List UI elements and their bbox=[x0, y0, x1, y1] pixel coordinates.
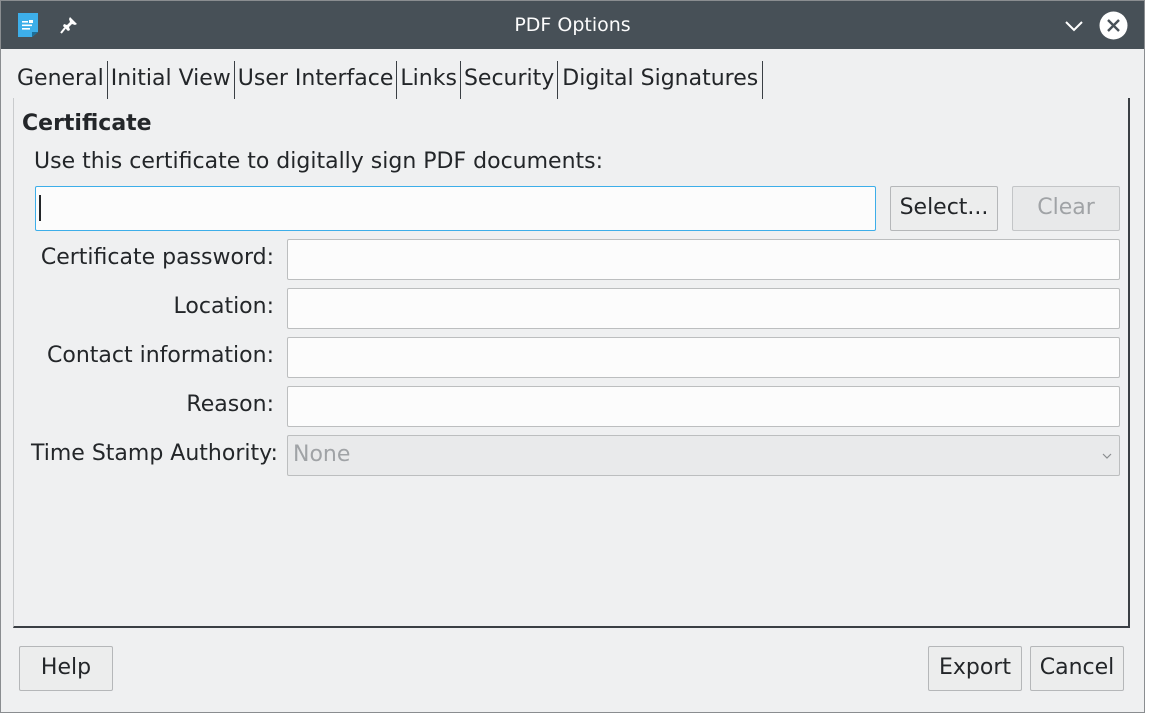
time-stamp-authority-value: None bbox=[293, 442, 351, 467]
time-stamp-authority-label: Time Stamp Authority: bbox=[31, 441, 278, 466]
text-caret bbox=[39, 195, 41, 221]
time-stamp-authority-dropdown[interactable]: None bbox=[287, 435, 1120, 476]
certificate-password-field[interactable] bbox=[287, 239, 1120, 280]
certificate-field[interactable] bbox=[35, 186, 876, 231]
chevron-down-icon[interactable] bbox=[1062, 14, 1086, 38]
reason-field[interactable] bbox=[287, 386, 1120, 427]
export-button[interactable]: Export bbox=[928, 646, 1022, 691]
certificate-password-label: Certificate password: bbox=[40, 245, 274, 270]
help-button[interactable]: Help bbox=[19, 646, 113, 691]
close-icon[interactable] bbox=[1099, 11, 1128, 40]
tab-security[interactable]: Security bbox=[461, 61, 559, 99]
tab-initial-view[interactable]: Initial View bbox=[108, 61, 235, 99]
chevron-down-icon bbox=[1102, 453, 1112, 459]
contact-information-field[interactable] bbox=[287, 337, 1120, 378]
use-certificate-label: Use this certificate to digitally sign P… bbox=[34, 149, 604, 174]
tab-general[interactable]: General bbox=[14, 61, 108, 99]
tab-digital-signatures[interactable]: Digital Signatures bbox=[558, 61, 764, 99]
select-button[interactable]: Select... bbox=[890, 186, 998, 231]
contact-information-label: Contact information: bbox=[47, 343, 274, 368]
tab-user-interface[interactable]: User Interface bbox=[235, 61, 398, 99]
title-bar[interactable]: PDF Options bbox=[1, 1, 1144, 49]
window-title: PDF Options bbox=[514, 14, 631, 36]
location-label: Location: bbox=[173, 294, 274, 319]
tab-bar: General Initial View User Interface Link… bbox=[14, 61, 764, 99]
location-field[interactable] bbox=[287, 288, 1120, 329]
cancel-button[interactable]: Cancel bbox=[1030, 646, 1124, 691]
reason-label: Reason: bbox=[186, 392, 274, 417]
pdf-options-dialog: PDF Options General Initial View User In… bbox=[0, 0, 1145, 713]
section-title-certificate: Certificate bbox=[22, 111, 152, 136]
clear-button[interactable]: Clear bbox=[1012, 186, 1120, 231]
tab-links[interactable]: Links bbox=[397, 61, 461, 99]
